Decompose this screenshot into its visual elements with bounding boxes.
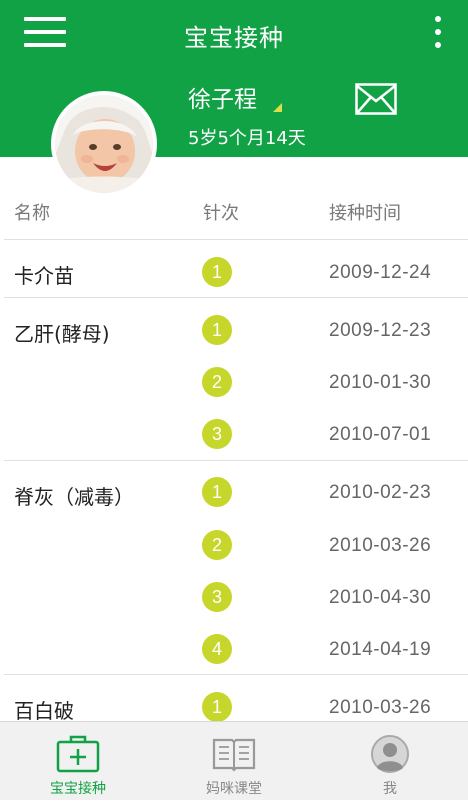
child-avatar[interactable] <box>51 91 157 197</box>
vaccination-date: 2014-04-19 <box>329 639 432 660</box>
dose-number-badge: 2 <box>202 367 232 397</box>
dose-number-badge: 3 <box>202 582 232 612</box>
dose-number-badge: 2 <box>202 530 232 560</box>
dose-number-badge: 4 <box>202 634 232 664</box>
dose-number-badge: 1 <box>202 692 232 722</box>
user-avatar-icon <box>371 735 409 773</box>
open-book-icon <box>212 738 256 772</box>
vaccination-date: 2009-12-24 <box>329 262 432 283</box>
vaccine-name: 脊灰（减毒） <box>14 485 134 509</box>
vaccine-name: 乙肝(酵母) <box>14 322 110 346</box>
tab-label: 妈咪课堂 <box>206 781 262 797</box>
tab-baby-vaccination[interactable]: 宝宝接种 <box>0 722 156 801</box>
tab-mommy-class[interactable]: 妈咪课堂 <box>156 722 312 801</box>
dose-number-badge: 3 <box>202 419 232 449</box>
tab-label: 我 <box>383 781 397 797</box>
divider <box>4 460 468 461</box>
divider <box>4 239 468 240</box>
child-age: 5岁5个月14天 <box>188 128 306 149</box>
dose-number-badge: 1 <box>202 315 232 345</box>
vaccine-name: 百白破 <box>14 699 74 723</box>
tab-label: 宝宝接种 <box>50 781 106 797</box>
vaccination-date: 2009-12-23 <box>329 320 432 341</box>
vaccination-date: 2010-07-01 <box>329 424 432 445</box>
page-title: 宝宝接种 <box>184 24 284 52</box>
dose-number-badge: 1 <box>202 477 232 507</box>
vaccination-date: 2010-01-30 <box>329 372 432 393</box>
tab-me[interactable]: 我 <box>312 722 468 801</box>
column-header-dose: 针次 <box>203 203 239 224</box>
column-header-date: 接种时间 <box>329 203 401 224</box>
vaccination-date: 2010-04-30 <box>329 587 432 608</box>
bottom-tab-bar: 宝宝接种 妈咪课堂 我 <box>0 721 468 800</box>
vaccination-date: 2010-03-26 <box>329 535 432 556</box>
more-vertical-icon[interactable] <box>431 16 445 50</box>
dropdown-triangle-icon[interactable] <box>273 103 282 112</box>
column-header-name: 名称 <box>14 203 50 224</box>
medical-kit-icon <box>56 735 100 773</box>
child-name-selector[interactable]: 徐子程 <box>188 80 257 114</box>
mail-envelope-icon[interactable] <box>355 83 397 115</box>
divider <box>4 674 468 675</box>
divider <box>4 297 468 298</box>
vaccination-date: 2010-02-23 <box>329 482 432 503</box>
vaccination-date: 2010-03-26 <box>329 697 432 718</box>
vaccine-name: 卡介苗 <box>14 264 74 288</box>
dose-number-badge: 1 <box>202 257 232 287</box>
